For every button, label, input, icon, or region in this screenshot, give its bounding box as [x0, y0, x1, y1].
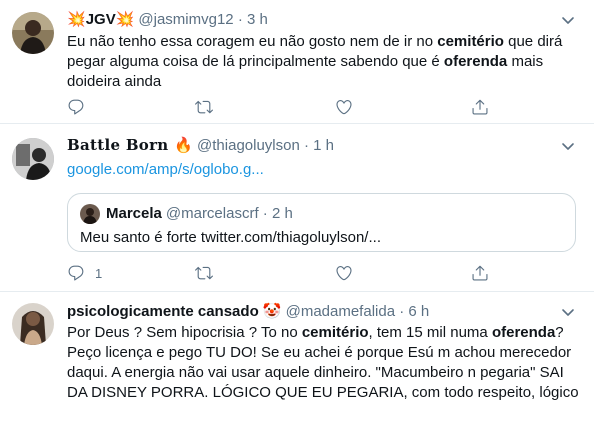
share-icon	[472, 99, 488, 115]
separator: ·	[237, 11, 243, 28]
separator: ·	[304, 137, 309, 154]
tweet-actions: 1	[67, 263, 489, 283]
handle[interactable]: @jasmimvg12	[138, 11, 233, 28]
like-icon	[336, 266, 352, 281]
tweet-header: 💥JGV💥 @jasmimvg12 · 3 h	[67, 10, 268, 29]
quoted-handle: @marcelascrf	[165, 205, 259, 222]
retweet-button[interactable]	[195, 263, 213, 283]
display-name[interactable]: Battle Born 🔥	[67, 136, 193, 154]
highlight-term: oferenda	[443, 53, 508, 70]
avatar[interactable]	[12, 303, 54, 345]
reply-count: 1	[95, 265, 103, 281]
reply-icon	[68, 99, 84, 115]
retweet-button[interactable]	[195, 97, 213, 117]
tweet-header: psicologicamente cansado 🤡 @madamefalida …	[67, 302, 429, 321]
tweet[interactable]: 💥JGV💥 @jasmimvg12 · 3 h Eu não tenho essa…	[0, 0, 594, 124]
highlight-term: cemitério	[301, 324, 369, 341]
retweet-icon	[195, 266, 213, 280]
tweet-text: Eu não tenho essa coragem eu não gosto n…	[67, 33, 563, 90]
more-options-icon[interactable]	[558, 10, 578, 30]
quoted-timestamp: 2 h	[271, 205, 293, 222]
reply-button[interactable]	[67, 97, 85, 117]
like-button[interactable]	[335, 263, 353, 283]
retweet-icon	[195, 100, 213, 114]
reply-button[interactable]: 1	[67, 263, 102, 283]
display-name[interactable]: 💥JGV💥	[67, 11, 134, 28]
tweet-header: Battle Born 🔥 @thiagoluylson · 1 h	[67, 136, 334, 155]
highlight-term: oferenda	[491, 324, 556, 341]
display-name[interactable]: psicologicamente cansado 🤡	[67, 303, 282, 320]
quoted-avatar	[80, 204, 100, 224]
tweet[interactable]: Battle Born 🔥 @thiagoluylson · 1 h google…	[0, 124, 594, 292]
quoted-header: Marcela @marcelascrf · 2 h	[106, 204, 293, 223]
share-icon	[472, 265, 488, 281]
avatar[interactable]	[12, 12, 54, 54]
highlight-term: cemitério	[437, 33, 504, 50]
reply-icon	[68, 265, 84, 281]
timestamp[interactable]: 3 h	[247, 11, 268, 28]
like-icon	[336, 100, 352, 115]
handle[interactable]: @thiagoluylson	[197, 137, 300, 154]
separator: ·	[262, 205, 268, 222]
tweet-text: google.com/amp/s/oglobo.g...	[67, 160, 582, 180]
tweet[interactable]: psicologicamente cansado 🤡 @madamefalida …	[0, 292, 594, 429]
tweet-text: Por Deus ? Sem hipocrisia ? To no cemité…	[67, 324, 579, 401]
share-button[interactable]	[471, 97, 489, 117]
quoted-display-name: Marcela	[106, 205, 162, 222]
timestamp[interactable]: 6 h	[408, 303, 429, 320]
like-button[interactable]	[335, 97, 353, 117]
tweet-actions	[67, 97, 489, 117]
handle[interactable]: @madamefalida	[286, 303, 395, 320]
more-options-icon[interactable]	[558, 302, 578, 322]
timestamp[interactable]: 1 h	[313, 137, 334, 154]
tweet-link[interactable]: google.com/amp/s/oglobo.g...	[67, 161, 264, 178]
separator: ·	[399, 303, 405, 320]
share-button[interactable]	[471, 263, 489, 283]
quoted-text: Meu santo é forte twitter.com/thiagoluyl…	[80, 229, 381, 246]
more-options-icon[interactable]	[558, 136, 578, 156]
avatar[interactable]	[12, 138, 54, 180]
quoted-tweet[interactable]: Marcela @marcelascrf · 2 h Meu santo é fo…	[67, 193, 576, 252]
